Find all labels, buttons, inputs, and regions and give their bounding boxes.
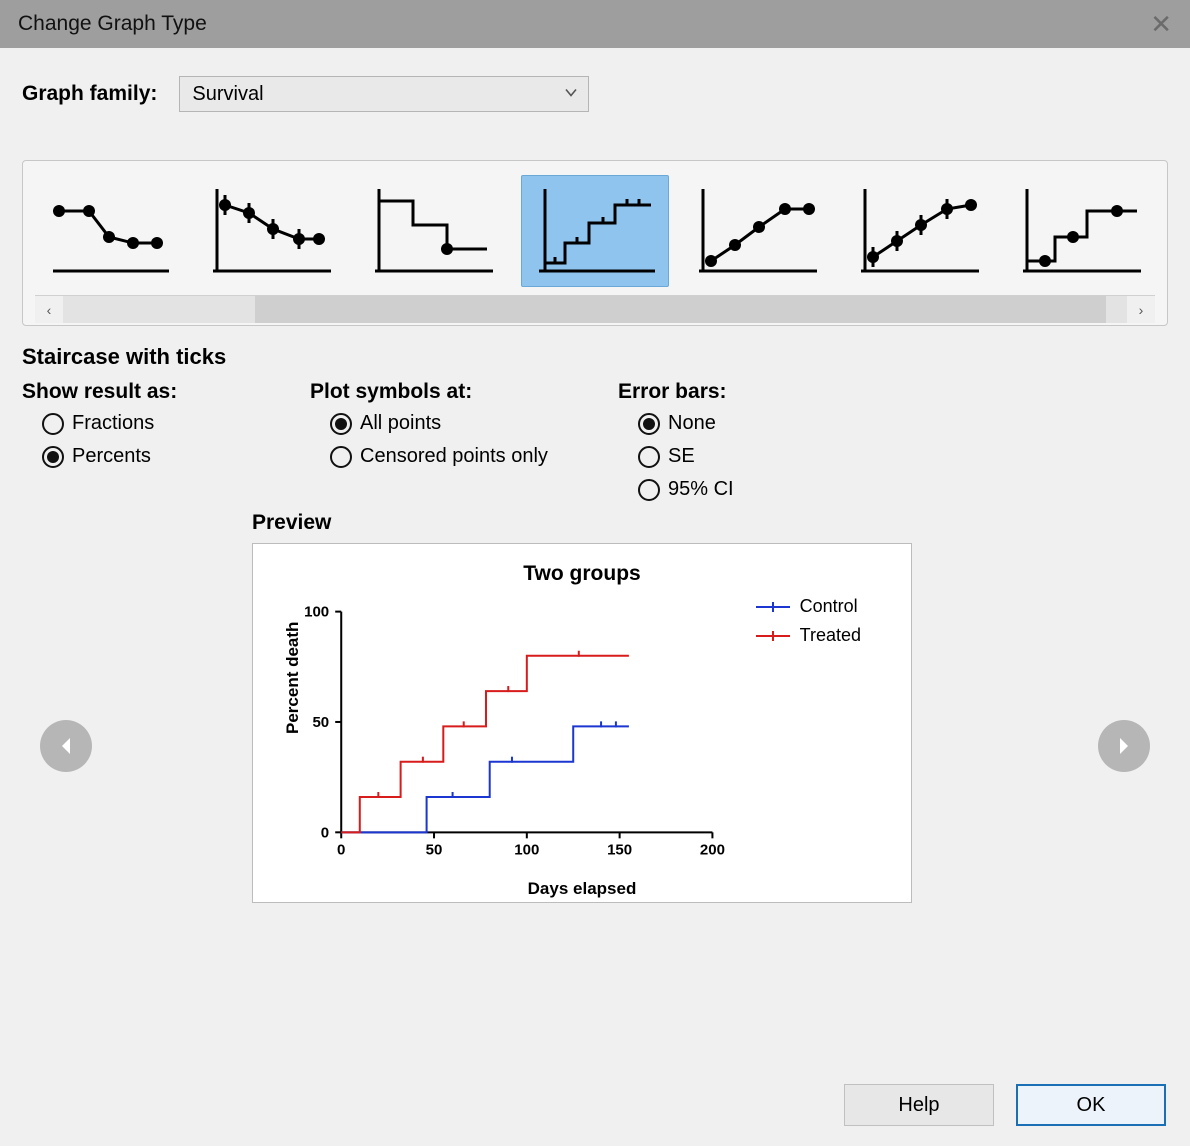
legend-swatch-icon <box>756 606 790 608</box>
preview-label: Preview <box>252 511 1168 535</box>
plot-symbols-label: Plot symbols at: <box>310 380 610 404</box>
preview-ylabel: Percent death <box>283 622 303 734</box>
preview-xlabel: Days elapsed <box>271 879 893 899</box>
preview-chart-title: Two groups <box>271 562 893 586</box>
plot-symbols-all[interactable]: All points <box>330 412 610 435</box>
radio-label: SE <box>668 445 695 468</box>
show-as-label: Show result as: <box>22 380 302 404</box>
svg-text:0: 0 <box>321 824 329 841</box>
radio-label: Percents <box>72 445 151 468</box>
svg-text:200: 200 <box>700 841 725 858</box>
radio-label: 95% CI <box>668 478 734 501</box>
svg-text:50: 50 <box>312 714 329 731</box>
svg-text:100: 100 <box>304 604 329 621</box>
error-bars-ci[interactable]: 95% CI <box>638 478 918 501</box>
radio-icon <box>638 479 660 501</box>
show-as-fractions[interactable]: Fractions <box>42 412 302 435</box>
titlebar: Change Graph Type ✕ <box>0 0 1190 48</box>
radio-icon <box>330 413 352 435</box>
scroll-track[interactable] <box>63 296 1127 323</box>
radio-icon <box>42 413 64 435</box>
legend-label: Treated <box>800 625 861 646</box>
radio-label: None <box>668 412 716 435</box>
graph-type-thumb-6[interactable] <box>845 175 993 287</box>
scroll-thumb[interactable] <box>255 296 1106 323</box>
radio-icon <box>42 446 64 468</box>
error-bars-none[interactable]: None <box>638 412 918 435</box>
gallery-scrollbar[interactable]: ‹ › <box>35 295 1155 323</box>
graph-type-thumb-7[interactable] <box>1007 175 1155 287</box>
show-as-percents[interactable]: Percents <box>42 445 302 468</box>
error-bars-label: Error bars: <box>618 380 918 404</box>
graph-type-gallery: ‹ › <box>22 160 1168 326</box>
svg-text:50: 50 <box>426 841 443 858</box>
ok-button[interactable]: OK <box>1016 1084 1166 1126</box>
scroll-left-button[interactable]: ‹ <box>35 296 63 323</box>
svg-text:150: 150 <box>607 841 632 858</box>
preview-legend: Control Treated <box>756 596 861 654</box>
radio-icon <box>638 446 660 468</box>
preview-next-button[interactable] <box>1098 720 1150 772</box>
graph-family-select[interactable]: Survival <box>179 76 589 112</box>
preview-prev-button[interactable] <box>40 720 92 772</box>
radio-label: Censored points only <box>360 445 548 468</box>
graph-type-thumb-4[interactable] <box>521 175 669 287</box>
graph-type-thumb-1[interactable] <box>35 175 183 287</box>
radio-icon <box>330 446 352 468</box>
legend-swatch-icon <box>756 635 790 637</box>
plot-symbols-censored[interactable]: Censored points only <box>330 445 610 468</box>
graph-type-thumb-5[interactable] <box>683 175 831 287</box>
radio-label: All points <box>360 412 441 435</box>
button-label: Help <box>898 1094 939 1117</box>
legend-treated: Treated <box>756 625 861 646</box>
svg-text:100: 100 <box>514 841 539 858</box>
radio-icon <box>638 413 660 435</box>
preview-frame: Two groups Percent death Control Treated… <box>252 543 912 903</box>
selected-type-name: Staircase with ticks <box>22 344 1168 370</box>
scroll-right-button[interactable]: › <box>1127 296 1155 323</box>
chevron-down-icon <box>564 83 578 106</box>
radio-label: Fractions <box>72 412 154 435</box>
graph-family-value: Survival <box>192 83 263 106</box>
legend-label: Control <box>800 596 858 617</box>
error-bars-se[interactable]: SE <box>638 445 918 468</box>
window-title: Change Graph Type <box>18 12 207 36</box>
help-button[interactable]: Help <box>844 1084 994 1126</box>
button-label: OK <box>1077 1094 1106 1117</box>
close-icon[interactable]: ✕ <box>1150 9 1172 40</box>
legend-control: Control <box>756 596 861 617</box>
graph-type-thumb-2[interactable] <box>197 175 345 287</box>
svg-text:0: 0 <box>337 841 345 858</box>
graph-type-thumb-3[interactable] <box>359 175 507 287</box>
graph-family-label: Graph family: <box>22 82 157 106</box>
